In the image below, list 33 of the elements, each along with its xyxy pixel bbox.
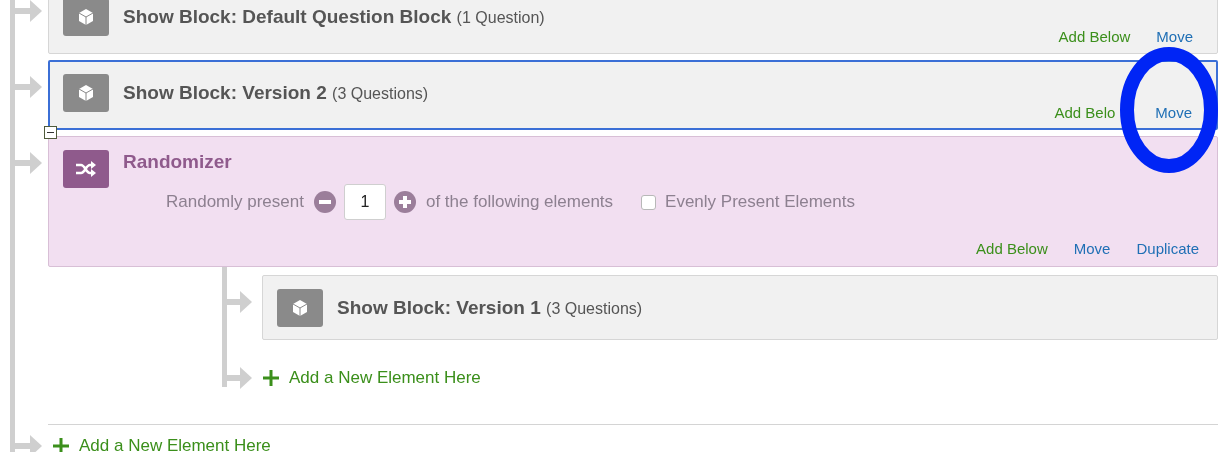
present-label: of the following elements [425, 192, 614, 212]
cube-icon [63, 0, 109, 36]
randomizer-title: Randomizer [123, 151, 232, 173]
shuffle-icon [63, 150, 109, 188]
add-below-link[interactable]: Add Belo [1054, 103, 1116, 121]
add-element-link[interactable]: Add a New Element Here [79, 436, 271, 452]
plus-icon [52, 437, 70, 452]
add-below-link[interactable]: Add Below [976, 239, 1048, 257]
move-link[interactable]: Move [1155, 103, 1192, 121]
connector-arrow [12, 76, 42, 98]
connector-arrow [12, 152, 42, 174]
move-link[interactable]: Move [1073, 239, 1111, 257]
plus-circle-icon[interactable] [393, 191, 416, 213]
evenly-checkbox[interactable]: Evenly Present Elements [641, 192, 855, 212]
block-title: Show Block: Version 1 (3 Questions) [337, 297, 643, 319]
block-title: Show Block: Default Question Block (1 Question) [123, 6, 545, 28]
block-title: Show Block: Version 2 (3 Questions) [123, 82, 429, 104]
block-card[interactable]: Show Block: Version 1 (3 Questions) [262, 275, 1218, 340]
move-link[interactable]: Move [1156, 27, 1193, 45]
block-card[interactable]: Show Block: Version 2 (3 Questions) Add Belo Move [48, 60, 1218, 130]
connector-arrow [12, 435, 42, 452]
add-element-link[interactable]: Add a New Element Here [289, 368, 481, 388]
minus-icon[interactable] [313, 191, 336, 213]
block-card[interactable]: Show Block: Default Question Block (1 Question) Add Below Move [48, 0, 1218, 54]
cube-icon [63, 74, 109, 112]
collapse-icon[interactable] [44, 126, 57, 139]
present-label: Randomly present [166, 192, 304, 212]
count-input[interactable]: 1 [343, 184, 386, 220]
cube-icon [277, 289, 323, 327]
connector-arrow [12, 0, 42, 22]
plus-icon [262, 369, 280, 387]
duplicate-link[interactable]: Duplicate [1136, 239, 1199, 257]
add-below-link[interactable]: Add Below [1058, 27, 1131, 45]
